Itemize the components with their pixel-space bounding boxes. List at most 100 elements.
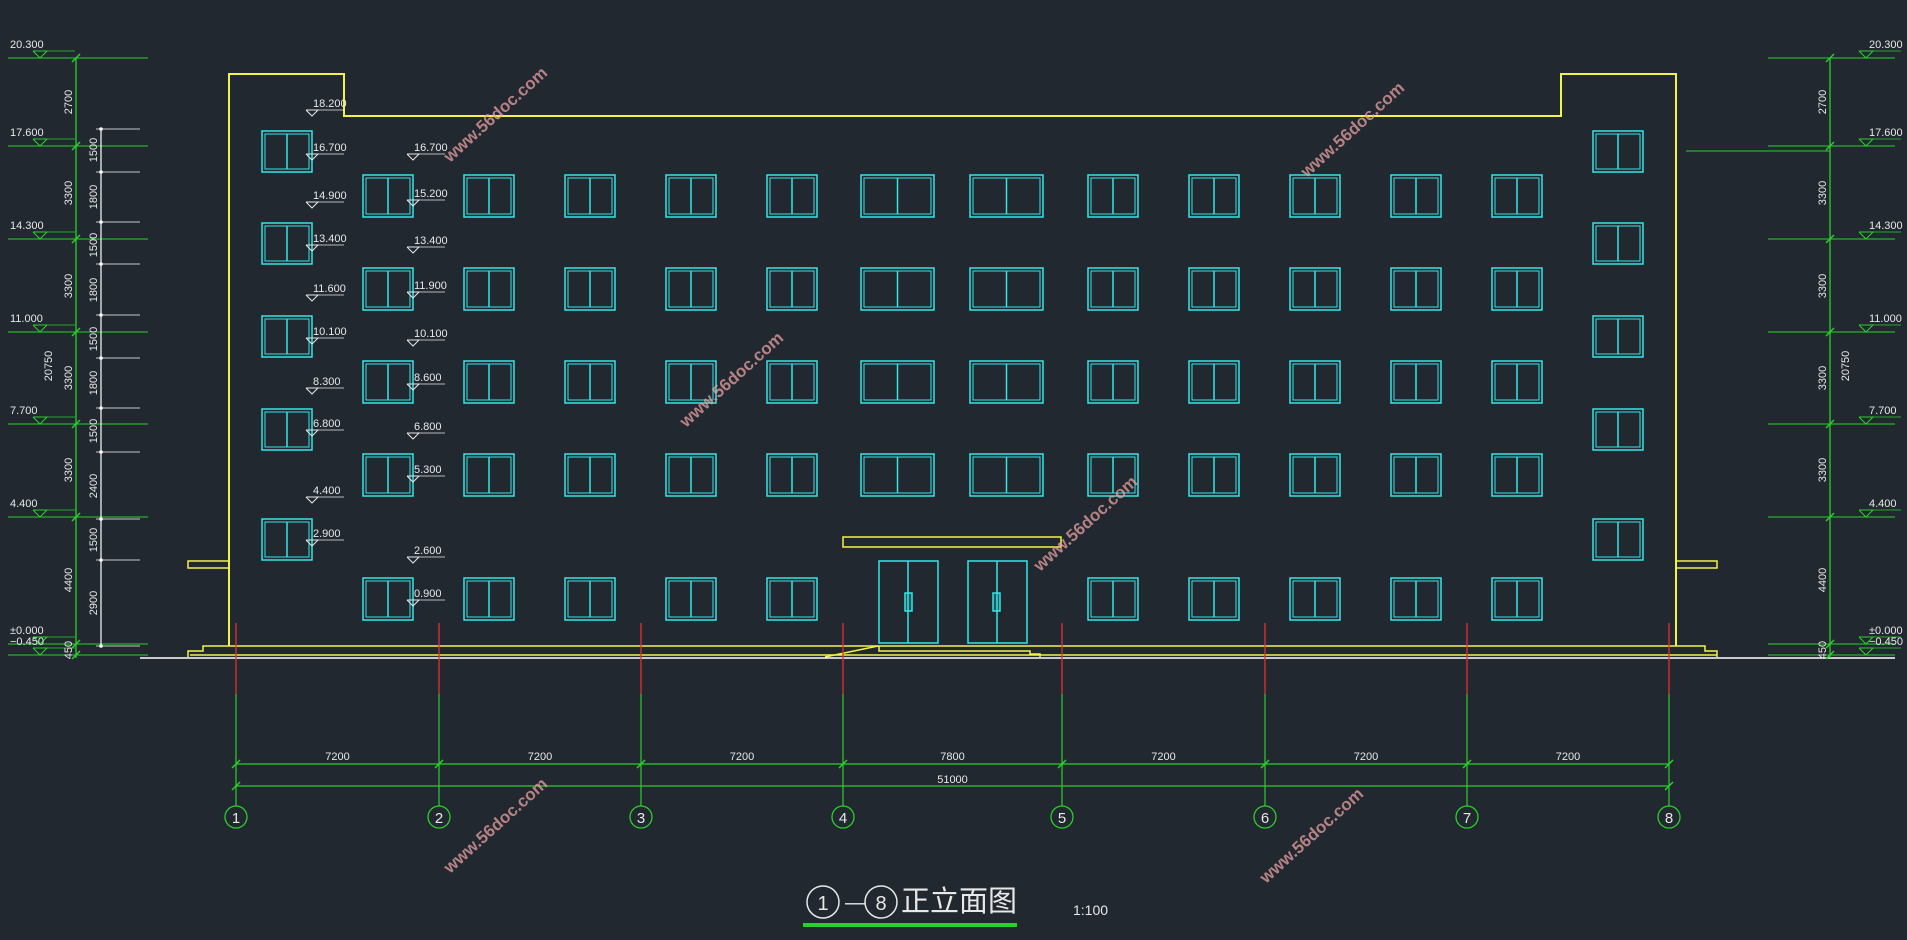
window xyxy=(1390,453,1442,497)
window xyxy=(463,577,515,621)
window xyxy=(766,360,818,404)
left-elevation-scale: 20.30017.60014.30011.0007.7004.400±0.000… xyxy=(8,39,148,660)
window xyxy=(1491,360,1543,404)
window-level-label: 10.100 xyxy=(414,328,448,340)
window-level-marker: 6.800 xyxy=(406,421,445,440)
elevation-label: 11.000 xyxy=(10,313,43,325)
watermark-text: www.56doc.com xyxy=(439,63,551,167)
left-inner-dimension: 1500 xyxy=(88,419,100,443)
elevation-triangle xyxy=(1858,509,1875,518)
left-inner-dimension: 2900 xyxy=(88,591,100,615)
window xyxy=(1491,453,1543,497)
window xyxy=(1087,174,1139,218)
window xyxy=(860,267,935,311)
window xyxy=(860,453,935,497)
inner-dimension-dot xyxy=(99,356,103,360)
elevation-label: 20.300 xyxy=(1869,39,1903,51)
window xyxy=(766,174,818,218)
watermark-text: www.56doc.com xyxy=(1029,472,1141,576)
watermark-text: www.56doc.com xyxy=(1255,784,1367,888)
axis-number: 2 xyxy=(435,810,443,827)
inner-dimension-dot xyxy=(99,558,103,562)
right-dimension: 450 xyxy=(1817,641,1829,659)
window-level-label: 6.800 xyxy=(313,418,341,430)
window xyxy=(665,453,717,497)
elevation-triangle xyxy=(1858,231,1875,240)
window xyxy=(261,315,313,358)
window xyxy=(1592,222,1644,265)
axis-number: 6 xyxy=(1261,810,1269,827)
axis-number: 4 xyxy=(839,810,847,827)
window xyxy=(1592,130,1644,173)
elevation-triangle xyxy=(1858,50,1875,59)
window xyxy=(261,408,313,451)
window xyxy=(362,267,414,311)
level-triangle xyxy=(305,201,320,209)
elevation-marker: 17.600 xyxy=(1768,127,1903,151)
level-triangle xyxy=(406,153,421,161)
left-outer-dimension: 2700 xyxy=(63,90,75,114)
elevation-marker: −0.450 xyxy=(1768,636,1903,660)
axis-number: 8 xyxy=(1665,810,1673,827)
elevation-label: 4.400 xyxy=(10,498,38,510)
window-level-label: 11.900 xyxy=(414,280,447,292)
window xyxy=(665,174,717,218)
right-dimension: 3300 xyxy=(1817,274,1829,298)
elevation-triangle xyxy=(32,416,49,425)
window-level-label: 14.900 xyxy=(313,190,347,202)
elevation-marker: 17.600 xyxy=(8,127,148,151)
window xyxy=(1188,453,1240,497)
window xyxy=(1592,315,1644,358)
window xyxy=(1087,360,1139,404)
window xyxy=(463,174,515,218)
window-level-label: 13.400 xyxy=(414,235,448,247)
left-outer-dimension: 3300 xyxy=(63,181,75,205)
window xyxy=(564,360,616,404)
axis-number: 7 xyxy=(1463,810,1471,827)
elevation-marker: 4.400 xyxy=(1768,498,1901,522)
window-level-marker: 2.600 xyxy=(406,545,445,564)
left-inner-dimension: 2400 xyxy=(88,474,100,498)
right-dimension: 3300 xyxy=(1817,366,1829,390)
elevation-triangle xyxy=(32,509,49,518)
window xyxy=(1491,577,1543,621)
right-elevation-scale: 20.30017.60014.30011.0007.7004.400±0.000… xyxy=(1686,39,1903,660)
title-start-axis: 1 xyxy=(817,893,828,915)
window xyxy=(766,267,818,311)
window xyxy=(969,267,1044,311)
window xyxy=(463,360,515,404)
elevation-label: 14.300 xyxy=(1869,220,1903,232)
watermark-text: www.56doc.com xyxy=(1296,78,1408,182)
elevation-marker: 7.700 xyxy=(1768,405,1901,429)
window-level-label: 18.200 xyxy=(313,98,347,110)
ground-and-plinth xyxy=(187,560,1718,658)
window xyxy=(1188,174,1240,218)
window xyxy=(463,267,515,311)
title-dash: — xyxy=(845,892,865,914)
level-triangle xyxy=(406,246,421,254)
window xyxy=(1087,267,1139,311)
left-inner-dimension: 1800 xyxy=(88,371,100,395)
axis-grid: 1 2 3 4 5 6 7 8 7200 7200 7200 7800 7200 7200 7200 5100… xyxy=(224,623,1681,829)
window xyxy=(665,267,717,311)
window xyxy=(1188,267,1240,311)
window xyxy=(860,360,935,404)
elevation-marker: 7.700 xyxy=(8,405,148,429)
window xyxy=(1592,408,1644,451)
bay-spacing-label: 7200 xyxy=(1556,751,1580,763)
level-triangle xyxy=(305,294,320,302)
window-level-marker: 14.900 xyxy=(305,190,347,209)
elevation-marker: 20.300 xyxy=(8,39,148,63)
window xyxy=(261,222,313,265)
window-level-label: 11.600 xyxy=(313,283,346,295)
left-outer-dimension: 4400 xyxy=(63,568,75,592)
elevation-marker: 14.300 xyxy=(8,220,148,244)
elevation-label: 14.300 xyxy=(10,220,44,232)
overall-length-label: 51000 xyxy=(937,774,968,786)
bay-spacing-label: 7800 xyxy=(940,751,964,763)
drawing-title: 1 — 8 正立面图 1:100 xyxy=(803,885,1108,927)
window-level-label: 8.600 xyxy=(414,372,442,384)
window-level-label: 13.400 xyxy=(313,233,347,245)
window-level-marker: 11.600 xyxy=(305,283,346,302)
right-dimension: 2700 xyxy=(1817,90,1829,114)
